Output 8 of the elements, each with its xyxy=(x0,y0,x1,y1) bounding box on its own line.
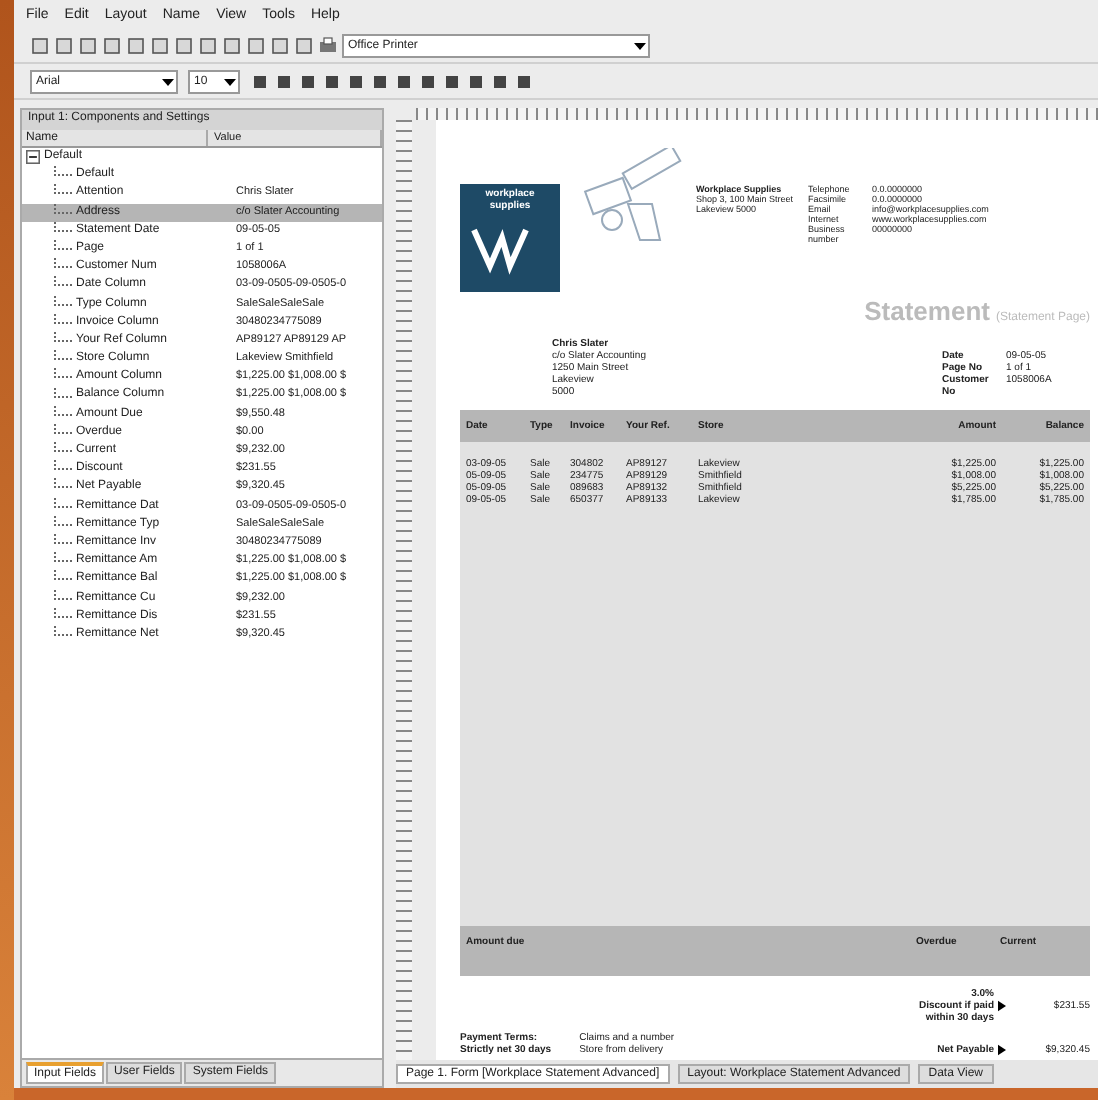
report-title: Statement xyxy=(864,296,990,326)
caret-icon[interactable] xyxy=(224,75,236,87)
caret-icon[interactable] xyxy=(162,75,174,87)
pointer-icon xyxy=(998,1000,1006,1012)
pointer-icon xyxy=(998,1044,1006,1056)
caret-icon[interactable] xyxy=(634,39,646,51)
printer-icon[interactable] xyxy=(318,35,338,55)
expander-icon[interactable] xyxy=(26,150,40,165)
